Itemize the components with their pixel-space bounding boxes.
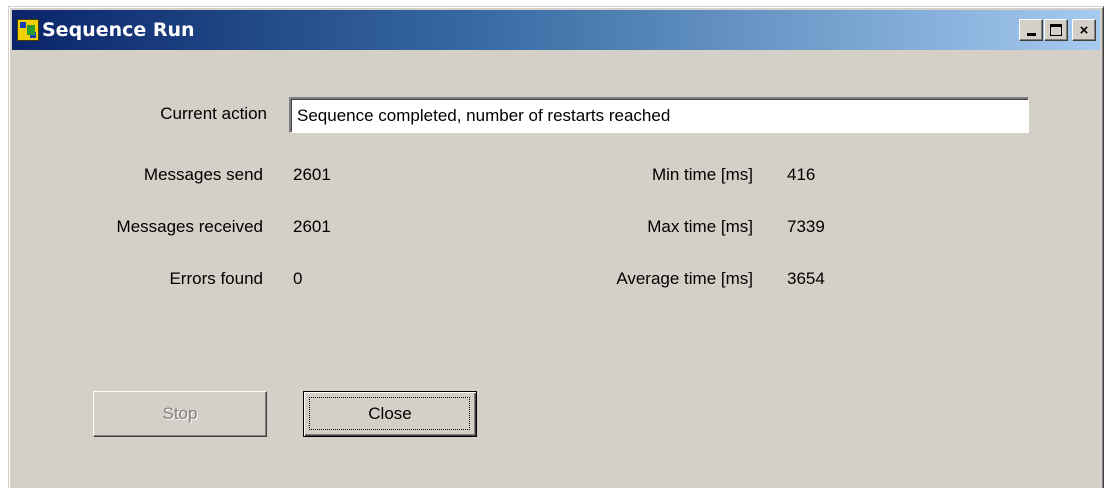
messages-send-value: 2601 [293, 165, 331, 184]
close-icon: × [1079, 21, 1089, 39]
min-time-label: Min time [ms] [651, 165, 753, 184]
close-window-button[interactable]: × [1072, 19, 1096, 41]
window-title: Sequence Run [42, 19, 195, 41]
average-time-label: Average time [ms] [616, 269, 753, 288]
stop-button-label: Stop [162, 404, 198, 423]
title-bar[interactable]: Sequence Run × [12, 10, 1100, 50]
sequence-run-window: Sequence Run × Current action Sequence c… [8, 6, 1104, 488]
max-time-value: 7339 [787, 217, 825, 236]
maximize-button[interactable] [1044, 19, 1068, 41]
messages-received-label: Messages received [116, 217, 263, 236]
current-action-field[interactable]: Sequence completed, number of restarts r… [289, 97, 1029, 133]
average-time-value: 3654 [787, 269, 825, 288]
minimize-button[interactable] [1019, 19, 1043, 41]
stop-button[interactable]: Stop [93, 391, 267, 437]
max-time-label: Max time [ms] [647, 217, 753, 236]
app-icon [17, 19, 39, 41]
errors-found-value: 0 [293, 269, 303, 288]
current-action-label: Current action [160, 104, 267, 123]
focus-rectangle [309, 397, 470, 430]
messages-send-label: Messages send [143, 165, 263, 184]
messages-received-value: 2601 [293, 217, 331, 236]
errors-found-label: Errors found [169, 269, 263, 288]
min-time-value: 416 [787, 165, 816, 184]
close-button[interactable]: Close [303, 391, 477, 437]
